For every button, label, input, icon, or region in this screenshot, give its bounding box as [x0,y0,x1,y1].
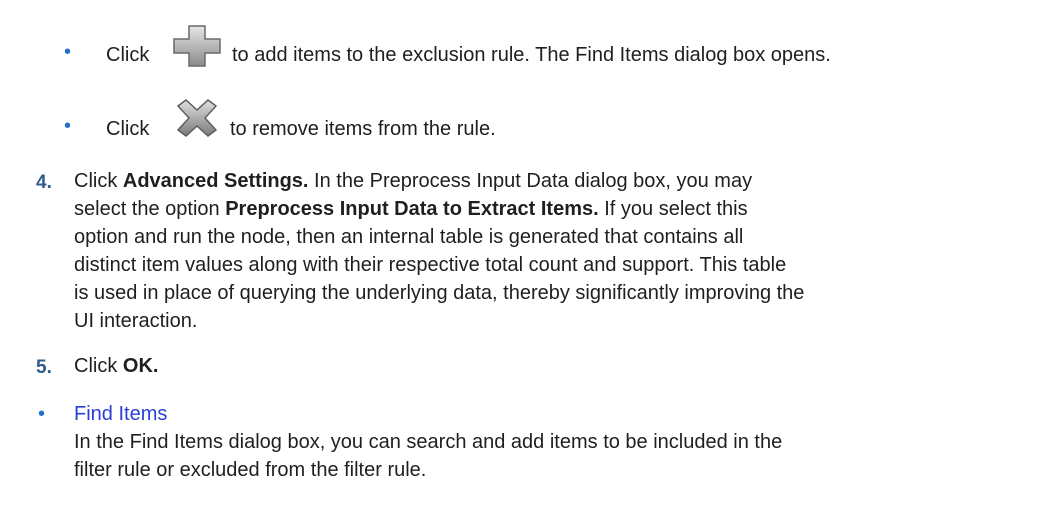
bullet-1-prefix: Click [106,44,150,66]
step-4-line-4: distinct item values along with their re… [74,254,787,276]
text: select the option [74,198,226,220]
text: In the Preprocess Input Data dialog box,… [308,170,753,192]
bullet: • [64,115,72,137]
find-items-line-2: filter rule or excluded from the filter … [74,459,427,481]
find-items-line-1: In the Find Items dialog box, you can se… [74,431,783,453]
find-items-link[interactable]: Find Items [74,400,167,428]
bullet-1-suffix: to add items to the exclusion rule. The … [232,44,831,66]
step-4-line-6: UI interaction. [74,310,198,332]
text: Click [74,170,123,192]
ok-label: OK. [122,355,159,377]
step-5-line: Click OK. [74,352,158,380]
step-4-number: 4. [36,172,52,193]
bullet: • [38,403,46,425]
bullet: • [64,41,72,63]
step-4-line-3: option and run the node, then an interna… [74,226,744,248]
step-4-line-2: select the option Preprocess Input Data … [74,195,748,223]
step-4-line-5: is used in place of querying the underly… [74,282,805,304]
add-plus-icon [173,25,221,67]
step-5-number: 5. [36,357,52,378]
remove-x-icon [176,99,218,137]
bullet-2-suffix: to remove items from the rule. [230,118,496,140]
bullet-2-prefix: Click [106,118,150,140]
text: If you select this [598,198,748,220]
step-4-line-1: Click Advanced Settings. In the Preproce… [74,167,752,195]
advanced-settings-label: Advanced Settings. [122,170,309,192]
text: Click [74,355,123,377]
preprocess-option-label: Preprocess Input Data to Extract Items. [225,198,599,220]
